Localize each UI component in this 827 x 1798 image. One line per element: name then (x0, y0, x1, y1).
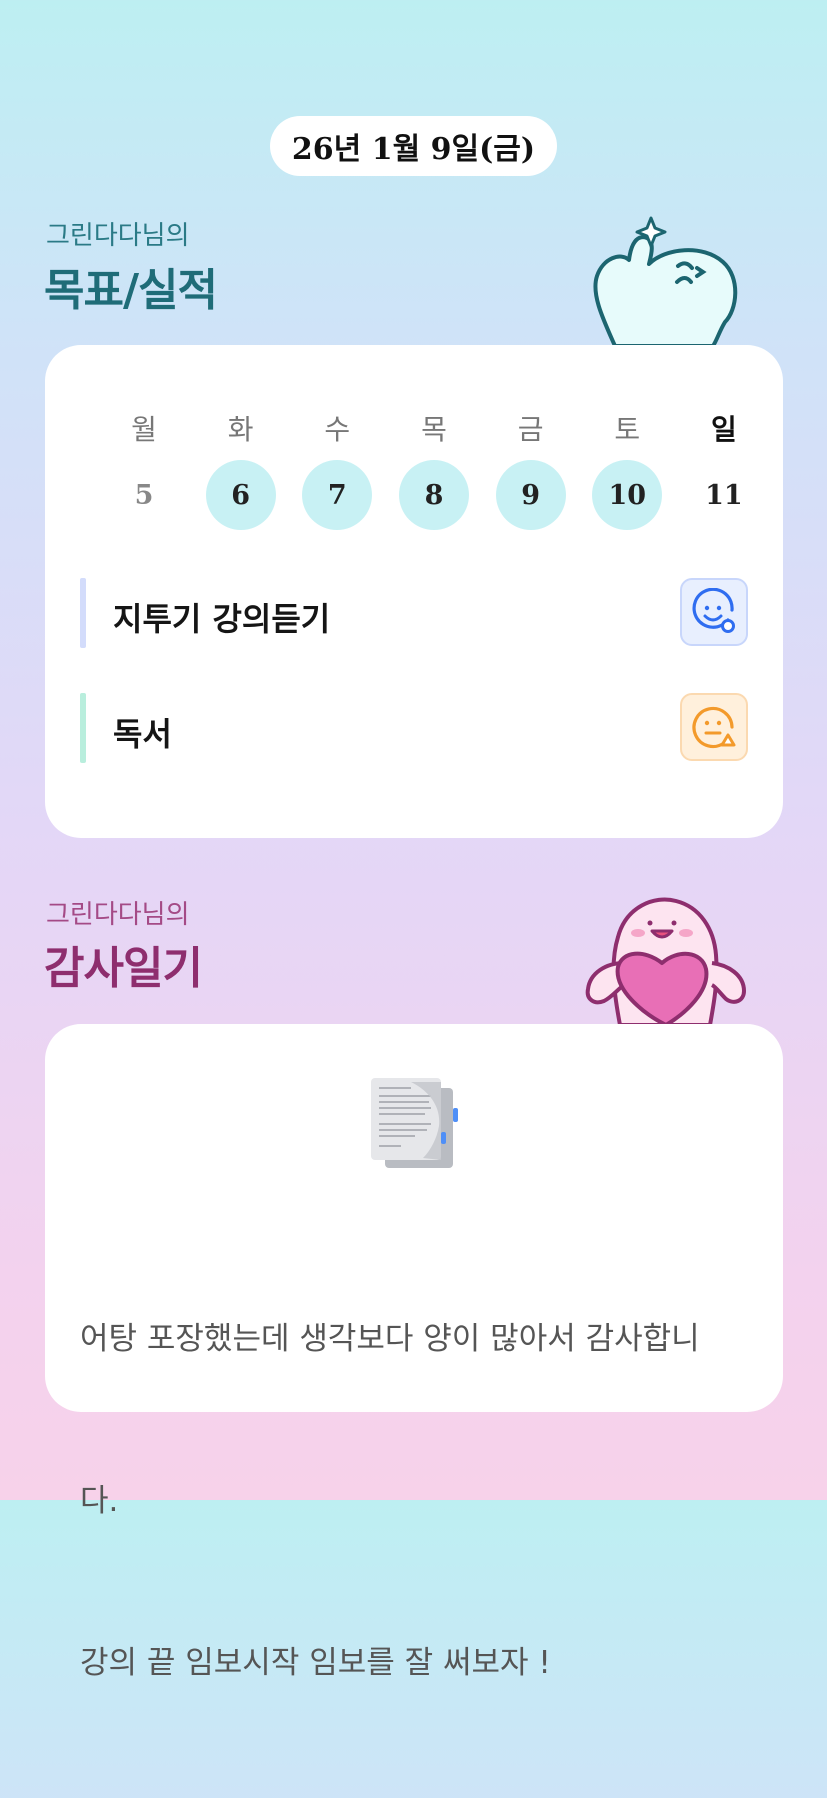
goal-accent-bar (80, 693, 86, 763)
diary-line: 강의 끝 임보시작 임보를 잘 써보자 ! (80, 1645, 551, 1681)
date-cell-7[interactable]: 7 (302, 460, 373, 530)
diary-line: 다. (80, 1483, 119, 1519)
weekday-tue: 화 (227, 413, 254, 446)
goal-status-button[interactable] (680, 578, 748, 646)
date-cell-9[interactable]: 9 (495, 460, 566, 530)
goals-title: 목표/실적 (44, 265, 218, 316)
document-icon (371, 1078, 458, 1168)
diary-subtitle: 그린다다님의 (46, 900, 190, 930)
date-cell-8[interactable]: 8 (398, 460, 469, 530)
diary-line: 어탕 포장했는데 생각보다 양이 많아서 감사합니 (80, 1321, 700, 1357)
goal-label: 지투기 강의듣기 (113, 600, 331, 638)
pink-character-illustration (585, 897, 746, 1027)
date-cell-6[interactable]: 6 (205, 460, 276, 530)
weekday-fri: 금 (517, 413, 544, 446)
weekday-wed: 수 (324, 413, 351, 446)
mint-character-illustration (593, 216, 738, 348)
weekday-mon: 월 (131, 413, 157, 446)
date-badge[interactable]: 26년 1월 9일(금) (270, 116, 557, 176)
weekday-row: 월 화 수 목 금 토 일 (109, 393, 759, 463)
weekday-sat: 토 (614, 413, 641, 446)
diary-card: 어탕 포장했는데 생각보다 양이 많아서 감사합니 다. 강의 끝 임보시작 임… (45, 1024, 783, 1681)
goal-item[interactable]: 독서 (80, 693, 748, 765)
goal-status-button[interactable] (680, 693, 748, 761)
goal-label: 독서 (113, 715, 172, 753)
date-cell-10[interactable]: 10 (592, 460, 663, 530)
diary-text: 어탕 포장했는데 생각보다 양이 많아서 감사합니 다. 강의 끝 임보시작 임… (80, 1204, 750, 1798)
goals-subtitle: 그린다다님의 (46, 221, 190, 251)
date-cell-11[interactable]: 11 (689, 460, 759, 530)
weekday-thu: 목 (421, 413, 447, 446)
smile-face-circle-icon (692, 588, 735, 633)
neutral-face-warning-icon (692, 706, 736, 749)
date-row: 5 6 7 8 9 10 11 (109, 460, 759, 530)
goal-item[interactable]: 지투기 강의듣기 (80, 578, 748, 650)
date-cell-5[interactable]: 5 (109, 460, 179, 530)
weekday-sun: 일 (711, 413, 737, 446)
diary-title: 감사일기 (44, 943, 203, 994)
goal-accent-bar (80, 578, 86, 648)
goals-card: 월 화 수 목 금 토 일 5 6 7 8 9 10 11 지투기 강의듣기 독… (45, 345, 783, 838)
